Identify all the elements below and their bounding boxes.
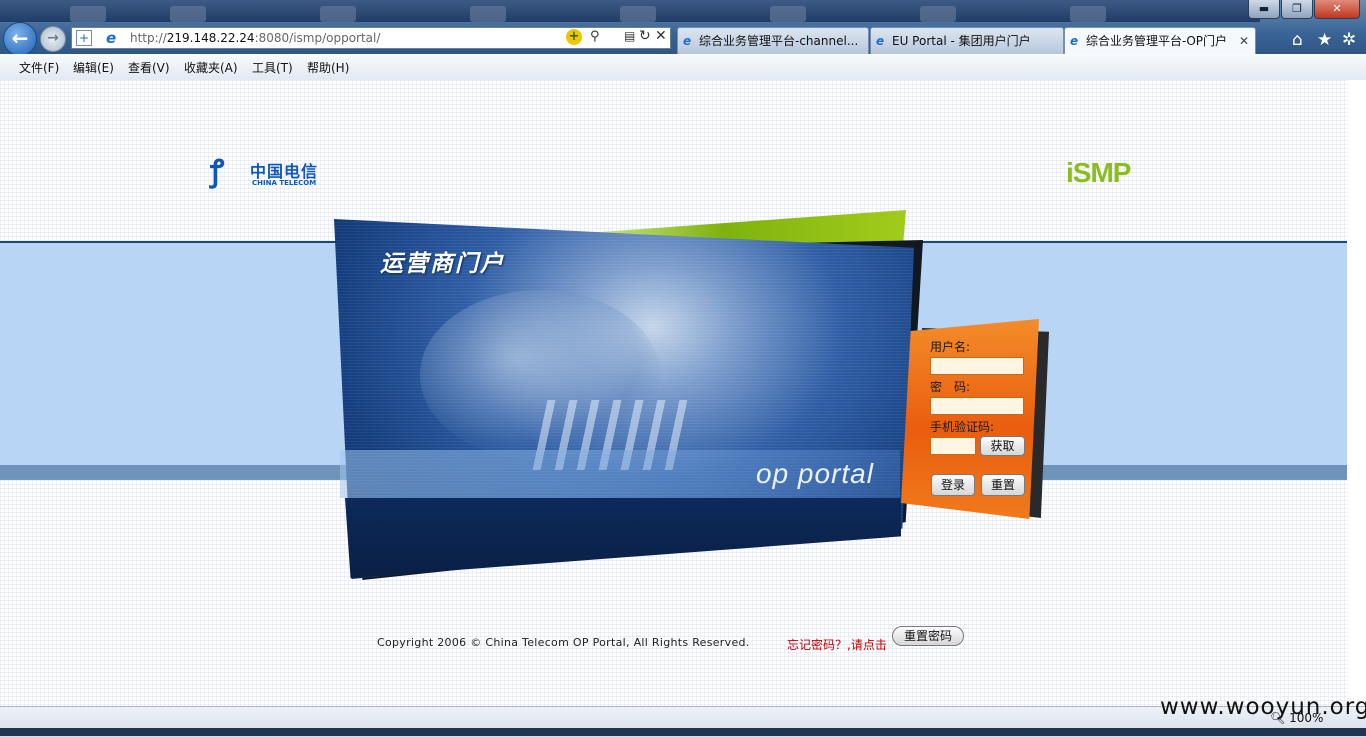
ie-icon: e [1070,34,1079,48]
background-strip [0,0,1260,22]
get-code-button[interactable]: 获取 [980,436,1025,456]
ie-icon: e [876,34,885,48]
forward-button[interactable]: → [40,26,66,52]
tab-op-portal[interactable]: e 综合业务管理平台-OP门户 ✕ [1064,27,1256,54]
url-scheme: http:// [130,31,167,45]
ie-icon: e [683,34,692,48]
tab-eu-portal[interactable]: e EU Portal - 集团用户门户 [870,27,1064,54]
tab-channel[interactable]: e 综合业务管理平台-channel... [677,27,869,54]
home-icon[interactable]: ⌂ [1292,30,1303,50]
ismp-logo: iSMP [1066,157,1131,188]
url-host: 219.148.22.24 [166,31,255,45]
desktop-thumbnail [70,6,106,22]
tab-label: 综合业务管理平台-channel... [699,34,859,48]
address-url[interactable]: http://219.148.22.24:8080/ismp/opportal/ [130,31,380,45]
desktop-thumbnail [170,6,206,22]
window-controls: ▬ ❐ ✕ [1248,0,1360,19]
taskbar [0,728,1366,736]
menu-help[interactable]: 帮助(H) [307,59,349,76]
desktop-thumbnail [770,6,806,22]
reset-password-button[interactable]: 重置密码 [892,626,964,646]
addon-icon[interactable]: + [566,29,582,45]
tab-label: EU Portal - 集团用户门户 [892,34,1031,48]
username-input[interactable] [930,357,1024,375]
tab-close-icon[interactable]: ✕ [1239,28,1249,54]
stop-icon[interactable]: ✕ [655,28,667,44]
tab-label: 综合业务管理平台-OP门户 [1086,34,1228,48]
ie-icon: e [106,29,117,47]
minimize-button[interactable]: ▬ [1248,0,1280,19]
menu-bar: 文件(F) 编辑(E) 查看(V) 收藏夹(A) 工具(T) 帮助(H) [0,54,1366,81]
hero-subtitle: op portal [756,458,874,489]
desktop-thumbnail [320,6,356,22]
desktop-thumbnail [470,6,506,22]
password-input[interactable] [930,397,1024,415]
desktop-thumbnail [620,6,656,22]
hero-title: 运营商门户 [380,251,505,277]
compat-icon[interactable]: ▤ [624,29,635,43]
password-label: 密 码: [930,380,971,394]
menu-favorites[interactable]: 收藏夹(A) [184,59,238,76]
desktop-thumbnail [1070,6,1106,22]
close-window-button[interactable]: ✕ [1314,0,1360,19]
sms-code-label: 手机验证码: [930,420,995,434]
menu-file[interactable]: 文件(F) [19,59,59,76]
menu-view[interactable]: 查看(V) [128,59,170,76]
refresh-icon[interactable]: ↻ [639,28,651,44]
back-button[interactable]: ← [3,22,37,56]
desktop-thumbnail [920,6,956,22]
menu-edit[interactable]: 编辑(E) [73,59,114,76]
forward-arrow-icon: → [47,30,59,46]
url-path: :8080/ismp/opportal/ [254,31,381,45]
watermark: www.wooyun.org [1160,694,1366,720]
maximize-button[interactable]: ❐ [1281,0,1313,19]
username-label: 用户名: [930,340,971,354]
login-button[interactable]: 登录 [931,474,975,496]
compat-view-icon[interactable]: + [76,30,92,46]
address-bar[interactable]: + e http://219.148.22.24:8080/ismp/oppor… [71,27,671,49]
china-telecom-symbol-icon: ꝭ [210,154,225,189]
brand-name-en: CHINA TELECOM [252,179,317,187]
menu-tools[interactable]: 工具(T) [252,59,293,76]
reset-button[interactable]: 重置 [981,474,1025,496]
back-arrow-icon: ← [11,26,29,50]
sms-code-input[interactable] [930,437,976,455]
copyright-text: Copyright 2006 © China Telecom OP Portal… [377,636,750,649]
scrollbar[interactable] [1348,80,1366,706]
forgot-password-text: 忘记密码？,请点击 [787,638,887,652]
star-icon[interactable]: ★ [1317,30,1332,50]
search-icon[interactable]: ⚲ [590,29,600,44]
gear-icon[interactable]: ✲ [1342,30,1356,50]
